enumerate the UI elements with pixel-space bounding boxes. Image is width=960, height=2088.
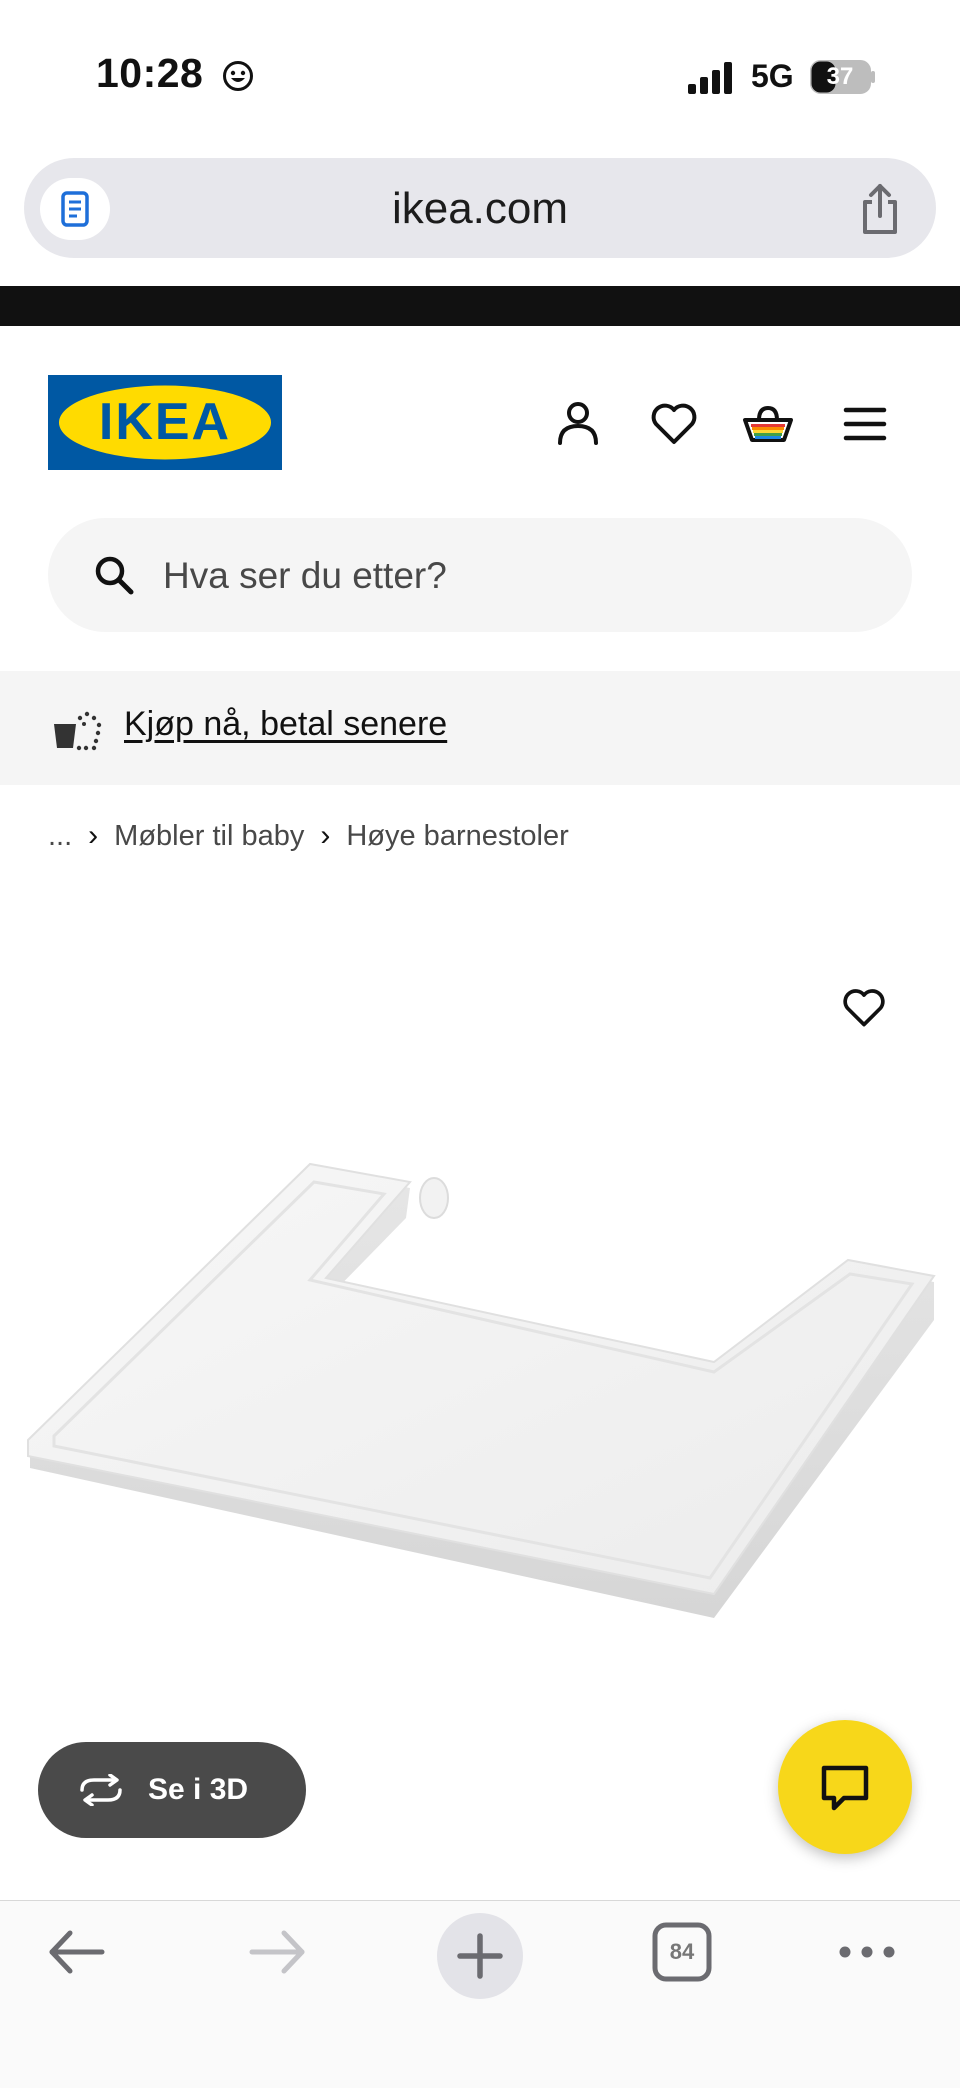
product-image[interactable] — [14, 1150, 944, 1640]
search-placeholder[interactable]: Hva ser du etter? — [163, 550, 447, 602]
logo-text: IKEA — [98, 393, 232, 451]
chevron-right-icon: › — [88, 819, 99, 852]
menu-icon[interactable] — [842, 404, 888, 444]
top-banner — [0, 286, 960, 326]
promo-link[interactable]: Kjøp nå, betal senere — [124, 700, 447, 748]
network-type: 5G — [751, 58, 794, 94]
view-3d-label: Se i 3D — [148, 1773, 249, 1806]
forward-arrow-icon[interactable] — [246, 1921, 310, 1983]
url-text[interactable]: ikea.com — [0, 178, 960, 240]
new-tab-icon[interactable] — [436, 1912, 524, 2000]
tabs-button[interactable]: 84 — [651, 1921, 713, 1983]
signal-icon — [688, 62, 732, 94]
rotate-3d-icon — [80, 1774, 122, 1806]
ikea-logo[interactable]: IKEA — [48, 375, 282, 470]
chat-button[interactable] — [778, 1720, 912, 1854]
breadcrumb-item-highchairs[interactable]: Høye barnestoler — [346, 816, 568, 856]
battery-icon: 37 — [810, 60, 876, 94]
cart-icon[interactable] — [740, 396, 796, 452]
account-icon[interactable] — [552, 398, 604, 450]
breadcrumb-ellipsis[interactable]: ... — [48, 816, 72, 856]
installment-icon — [54, 711, 102, 751]
chat-icon — [821, 1765, 869, 1811]
breadcrumb: ... › Møbler til baby › Høye barnestoler — [48, 816, 569, 856]
heart-icon[interactable] — [840, 984, 888, 1032]
more-icon[interactable] — [836, 1921, 898, 1983]
back-arrow-icon[interactable] — [44, 1921, 108, 1983]
smiley-icon — [223, 61, 253, 91]
tab-count: 84 — [669, 1939, 695, 1964]
search-icon — [95, 556, 134, 595]
share-icon[interactable] — [852, 180, 908, 238]
breadcrumb-item-baby[interactable]: Møbler til baby — [114, 816, 304, 856]
status-time: 10:28 — [96, 50, 204, 96]
chevron-right-icon: › — [320, 819, 331, 852]
view-3d-button[interactable]: Se i 3D — [38, 1742, 306, 1838]
battery-level: 37 — [826, 63, 854, 90]
heart-icon[interactable] — [648, 398, 700, 450]
